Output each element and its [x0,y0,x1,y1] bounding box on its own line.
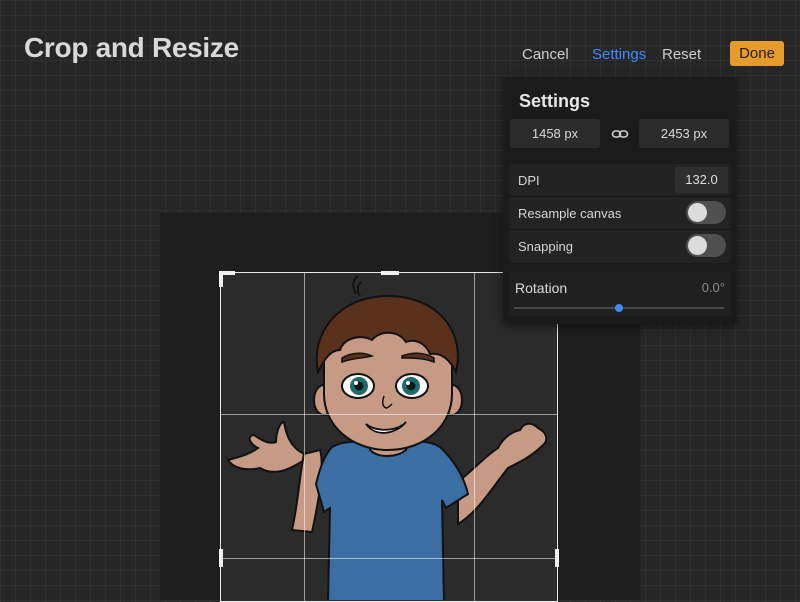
crop-gridline [221,414,557,415]
height-field[interactable]: 2453 px [639,119,729,148]
resample-label: Resample canvas [518,206,622,221]
done-button[interactable]: Done [730,41,784,66]
snapping-toggle[interactable] [686,234,726,257]
cancel-button[interactable]: Cancel [522,46,569,63]
snapping-label: Snapping [518,239,573,254]
dpi-label: DPI [518,173,540,188]
rotation-slider-thumb[interactable] [615,304,623,312]
width-field[interactable]: 1458 px [510,119,600,148]
rotation-slider[interactable] [514,304,724,312]
crop-handle-top-left[interactable] [219,271,223,287]
crop-gridline [221,558,557,559]
row-divider [509,196,731,197]
settings-panel: Settings 1458 px 2453 px DPI 132.0 Resam… [503,77,737,324]
reset-button[interactable]: Reset [662,46,701,63]
crop-gridline [474,273,475,601]
page-title: Crop and Resize [24,32,239,63]
crop-handle-top[interactable] [381,271,399,275]
settings-title: Settings [519,91,591,111]
resample-toggle[interactable] [686,201,726,224]
toggle-knob [688,236,707,255]
crop-gridline [304,273,305,601]
settings-button[interactable]: Settings [592,46,646,63]
row-divider [509,229,731,230]
rotation-label: Rotation [515,280,568,296]
crop-handle-right[interactable] [555,549,559,567]
settings-options-group: DPI 132.0 Resample canvas Snapping [509,164,731,263]
dpi-field[interactable]: 132.0 [675,167,728,193]
crop-handle-left[interactable] [219,549,223,567]
rotation-group: Rotation 0.0° [509,272,731,316]
link-icon[interactable] [611,125,629,143]
toggle-knob [688,203,707,222]
rotation-value: 0.0° [701,280,725,295]
